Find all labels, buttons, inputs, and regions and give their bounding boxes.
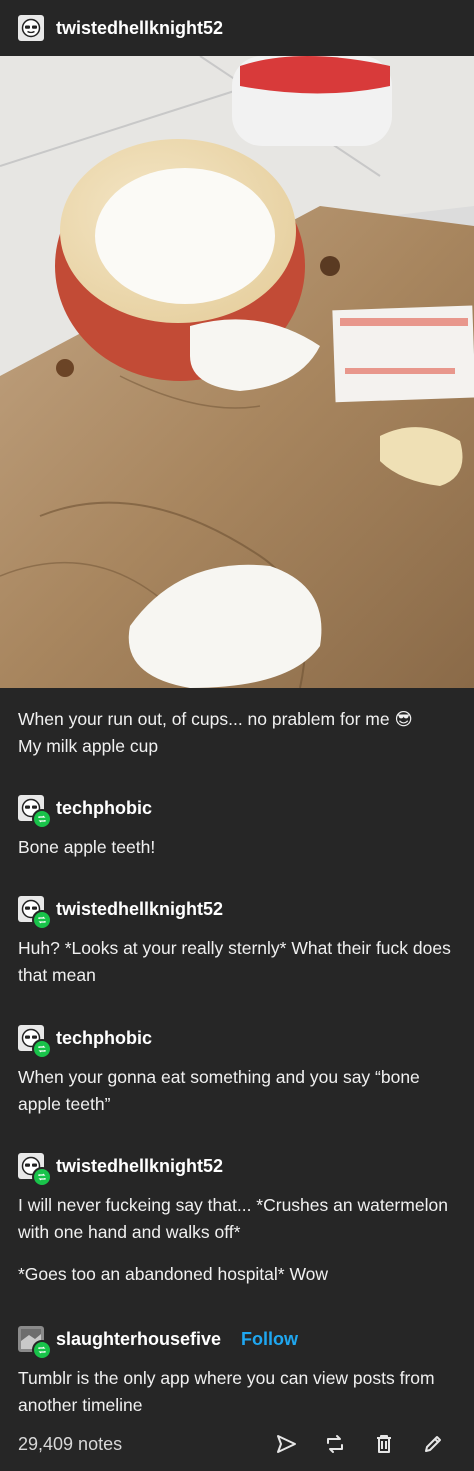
reblog-username[interactable]: twistedhellknight52 (56, 899, 223, 920)
reblog-username[interactable]: twistedhellknight52 (56, 1156, 223, 1177)
reblog-badge-icon (32, 910, 52, 930)
post-photo[interactable] (0, 56, 474, 688)
post-actions (275, 1433, 444, 1455)
reblog-username[interactable]: techphobic (56, 798, 152, 819)
avatar[interactable] (18, 15, 44, 41)
reblog-text-2: *Goes too an abandoned hospital* Wow (18, 1264, 329, 1284)
reblog-badge-icon (32, 809, 52, 829)
reblog-text: Huh? *Looks at your really sternly* What… (18, 938, 451, 985)
avatar[interactable] (18, 795, 52, 829)
notes-count[interactable]: 29,409 notes (18, 1434, 122, 1455)
post-caption: When your run out, of cups... no prablem… (18, 706, 458, 760)
reblog-entry: twistedhellknight52 I will never fuckein… (18, 1152, 458, 1288)
avatar[interactable] (18, 1025, 52, 1059)
reblog-badge-icon (32, 1039, 52, 1059)
avatar[interactable] (18, 896, 52, 930)
reblog-entry: twistedhellknight52 Huh? *Looks at your … (18, 895, 458, 989)
sunglasses-emoji: 😎 (394, 709, 413, 729)
caption-line-2: My milk apple cup (18, 736, 159, 756)
milk-apple-cup-image (0, 56, 474, 688)
follow-button[interactable]: Follow (241, 1329, 298, 1350)
reblog-username[interactable]: slaughterhousefive (56, 1329, 221, 1350)
post-header: twistedhellknight52 (0, 0, 474, 56)
reblog-badge-icon (32, 1340, 52, 1360)
caption-line-1: When your run out, of cups... no prablem… (18, 709, 390, 729)
sunglasses-avatar-icon (21, 18, 41, 38)
edit-icon[interactable] (422, 1433, 444, 1455)
avatar[interactable] (18, 1153, 52, 1187)
post-footer: 29,409 notes (0, 1420, 474, 1468)
header-username[interactable]: twistedhellknight52 (56, 18, 223, 39)
reblog-icon[interactable] (324, 1433, 346, 1455)
reblog-text: I will never fuckeing say that... *Crush… (18, 1195, 448, 1242)
avatar[interactable] (18, 1326, 52, 1360)
reblog-username[interactable]: techphobic (56, 1028, 152, 1049)
reblog-entry: techphobic Bone apple teeth! (18, 794, 458, 861)
reblog-text: When your gonna eat something and you sa… (18, 1067, 420, 1114)
delete-icon[interactable] (373, 1433, 395, 1455)
reblog-badge-icon (32, 1167, 52, 1187)
send-icon[interactable] (275, 1433, 297, 1455)
reblog-entry: slaughterhousefive Follow Tumblr is the … (18, 1325, 458, 1419)
reblog-text: Bone apple teeth! (18, 837, 156, 857)
reblog-text: Tumblr is the only app where you can vie… (18, 1368, 435, 1415)
reblog-entry: techphobic When your gonna eat something… (18, 1024, 458, 1118)
